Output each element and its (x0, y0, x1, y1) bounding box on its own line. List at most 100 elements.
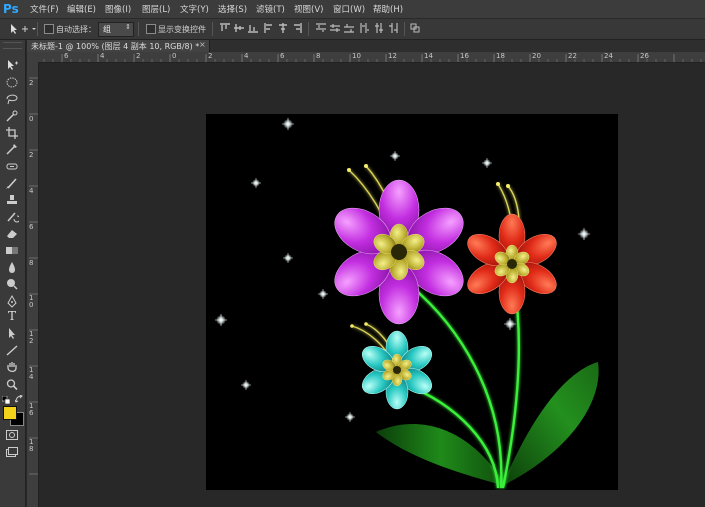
swap-colors-icon[interactable] (15, 395, 24, 404)
ruler-label: 4 (100, 52, 105, 60)
blur-tool-icon[interactable] (5, 261, 19, 274)
lasso-tool-icon[interactable] (5, 93, 19, 106)
menu-file[interactable]: 文件(F) (30, 3, 59, 15)
options-divider (308, 22, 309, 36)
document-tab-title: 未标题-1 @ 100% (图层 4 副本 10, RGB/8) * (31, 42, 200, 51)
auto-select-value: 组 (103, 25, 111, 34)
menu-window[interactable]: 窗口(W) (333, 3, 365, 15)
options-divider (138, 22, 139, 36)
menu-image[interactable]: 图像(I) (105, 3, 131, 15)
ruler-label: 8 (316, 52, 321, 60)
brush-tool-icon[interactable] (5, 177, 19, 190)
dodge-tool-icon[interactable] (5, 277, 19, 290)
options-divider (37, 22, 38, 36)
menu-edit[interactable]: 编辑(E) (67, 3, 96, 15)
document-canvas[interactable] (206, 114, 618, 490)
align-hcenter-icon[interactable] (278, 23, 288, 33)
type-tool-icon[interactable]: T (5, 310, 19, 323)
ruler-label: 22 (568, 52, 577, 60)
menu-help[interactable]: 帮助(H) (373, 3, 403, 15)
move-tool-icon[interactable] (5, 59, 19, 72)
ruler-label: 1 6 (29, 402, 34, 417)
spot-heal-tool-icon[interactable] (5, 160, 19, 173)
document-tab[interactable]: 未标题-1 @ 100% (图层 4 副本 10, RGB/8) * × (27, 40, 210, 52)
menu-select[interactable]: 选择(S) (218, 3, 247, 15)
line-tool-icon[interactable] (5, 344, 19, 357)
toolbox-grip[interactable] (3, 42, 22, 49)
distribute-top-icon[interactable] (316, 23, 326, 33)
eraser-tool-icon[interactable] (5, 227, 19, 240)
distribute-vcenter-icon[interactable] (330, 23, 340, 33)
align-left-icon[interactable] (264, 23, 274, 33)
screen-mode-icon[interactable] (6, 447, 18, 457)
close-icon[interactable]: × (199, 40, 206, 49)
ruler-label: 6 (64, 52, 69, 60)
vertical-ruler[interactable]: 2 0 2 4 6 8 1 0 1 2 1 4 1 6 1 8 (27, 62, 39, 507)
chevron-updown-icon: ⇕ (125, 23, 131, 31)
zoom-tool-icon[interactable] (5, 378, 19, 391)
auto-select-dropdown[interactable]: 组 ⇕ (98, 22, 134, 37)
flower-artwork (215, 118, 599, 489)
ruler-label: 0 (29, 115, 34, 123)
gradient-tool-icon[interactable] (5, 244, 19, 257)
ruler-label: 8 (29, 259, 34, 267)
ruler-label: 6 (280, 52, 285, 60)
distribute-right-icon[interactable] (388, 23, 398, 33)
horizontal-ruler[interactable]: 6 4 2 0 2 4 6 8 10 12 14 16 18 20 22 24 … (38, 52, 705, 63)
pen-tool-icon[interactable] (5, 295, 19, 308)
ruler-label: 2 (136, 52, 141, 60)
auto-align-layers-icon[interactable] (410, 23, 420, 33)
cyan-flower (361, 330, 433, 410)
align-right-icon[interactable] (292, 23, 302, 33)
options-divider (404, 22, 405, 36)
menu-type[interactable]: 文字(Y) (180, 3, 209, 15)
ruler-label: 1 0 (29, 294, 34, 309)
ruler-label: 4 (244, 52, 249, 60)
show-transform-label: 显示变换控件 (158, 25, 206, 34)
auto-select-checkbox[interactable] (44, 24, 54, 34)
align-bottom-icon[interactable] (248, 23, 258, 33)
clone-stamp-tool-icon[interactable] (5, 194, 19, 207)
align-top-icon[interactable] (220, 23, 230, 33)
menu-filter[interactable]: 滤镜(T) (256, 3, 285, 15)
ruler-label: 26 (640, 52, 649, 60)
menu-layer[interactable]: 图层(L) (142, 3, 170, 15)
align-vcenter-icon[interactable] (234, 23, 244, 33)
hand-tool-icon[interactable] (5, 361, 19, 374)
ruler-label: 12 (388, 52, 397, 60)
purple-flower (334, 179, 464, 325)
quick-mask-icon[interactable] (6, 430, 18, 440)
move-tool-preset-icon[interactable] (8, 22, 38, 36)
ruler-label: 24 (604, 52, 613, 60)
ruler-label: 20 (532, 52, 541, 60)
ruler-label: 0 (172, 52, 177, 60)
history-brush-tool-icon[interactable] (5, 210, 19, 223)
ruler-label: 18 (496, 52, 505, 60)
eyedropper-tool-icon[interactable] (5, 142, 19, 155)
distribute-left-icon[interactable] (360, 23, 370, 33)
auto-select-label: 自动选择： (56, 25, 96, 34)
quick-select-tool-icon[interactable] (5, 110, 19, 123)
menu-bar: Ps 文件(F) 编辑(E) 图像(I) 图层(L) 文字(Y) 选择(S) 滤… (0, 0, 705, 19)
ruler-label: 1 8 (29, 438, 34, 453)
foreground-color-swatch[interactable] (3, 406, 17, 420)
ruler-label: 1 4 (29, 366, 34, 381)
options-divider (212, 22, 213, 36)
ruler-label: 2 (29, 151, 34, 159)
ruler-label: 16 (460, 52, 469, 60)
ruler-origin[interactable] (27, 52, 38, 62)
ruler-label: 4 (29, 187, 34, 195)
path-select-tool-icon[interactable] (5, 327, 19, 340)
ruler-label: 1 2 (29, 330, 34, 345)
ruler-label: 2 (29, 79, 34, 87)
ruler-label: 2 (208, 52, 213, 60)
leaf (502, 362, 599, 486)
ruler-label: 6 (29, 223, 34, 231)
distribute-hcenter-icon[interactable] (374, 23, 384, 33)
menu-view[interactable]: 视图(V) (294, 3, 323, 15)
distribute-bottom-icon[interactable] (344, 23, 354, 33)
show-transform-checkbox[interactable] (146, 24, 156, 34)
default-colors-icon[interactable] (2, 396, 12, 404)
marquee-tool-icon[interactable] (5, 76, 19, 89)
crop-tool-icon[interactable] (5, 126, 19, 139)
